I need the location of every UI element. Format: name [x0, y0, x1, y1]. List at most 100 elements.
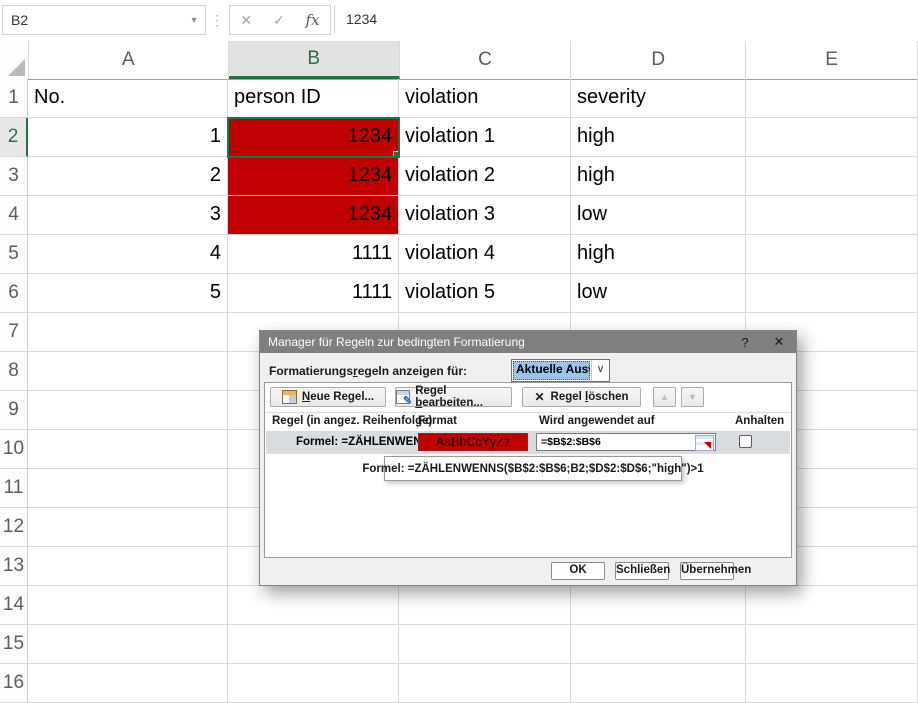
column-header-d[interactable]: D — [571, 41, 747, 79]
dialog-titlebar[interactable]: Manager für Regeln zur bedingten Formati… — [260, 331, 796, 353]
schliessen-button[interactable]: Schließen — [615, 562, 670, 580]
column-header-e[interactable]: E — [746, 41, 918, 79]
cell-a1[interactable]: No. — [28, 79, 228, 118]
range-picker-icon[interactable] — [695, 435, 714, 451]
row-header-14[interactable]: 14 — [0, 586, 28, 625]
fill-handle[interactable] — [393, 151, 398, 156]
rule-row-selected[interactable]: Formel: =ZÄHLENWENN... AaBbCcYyZz =$B$2:… — [266, 431, 790, 454]
name-box-dropdown-icon[interactable]: ▾ — [183, 15, 205, 26]
close-button[interactable]: ✕ — [762, 331, 796, 353]
cell-b2-selected[interactable]: 1234 — [227, 117, 400, 158]
cell-e15[interactable] — [746, 625, 918, 664]
cell-a10[interactable] — [28, 430, 228, 469]
cell-e2[interactable] — [746, 118, 918, 157]
cell-e16[interactable] — [746, 664, 918, 703]
new-rule-button[interactable]: Neue Regel... — [270, 387, 386, 407]
cell-b6[interactable]: 1111 — [228, 274, 399, 313]
cell-b3[interactable]: 1234 — [228, 157, 399, 196]
cell-c2[interactable]: violation 1 — [399, 118, 571, 157]
cell-a7[interactable] — [28, 313, 228, 352]
cell-e3[interactable] — [746, 157, 918, 196]
cell-e14[interactable] — [746, 586, 918, 625]
cell-c15[interactable] — [399, 625, 571, 664]
cell-a13[interactable] — [28, 547, 228, 586]
delete-rule-button[interactable]: ✕ Regel löschen — [522, 387, 641, 407]
cell-a2[interactable]: 1 — [28, 118, 228, 157]
row-header-12[interactable]: 12 — [0, 508, 28, 547]
cell-a9[interactable] — [28, 391, 228, 430]
cell-a4[interactable]: 3 — [28, 196, 228, 235]
row-header-9[interactable]: 9 — [0, 391, 28, 430]
row-header-15[interactable]: 15 — [0, 625, 28, 664]
enter-icon[interactable]: ✓ — [273, 12, 285, 29]
cancel-icon[interactable]: ✕ — [240, 12, 252, 29]
cell-d4[interactable]: low — [571, 196, 746, 235]
cell-c6[interactable]: violation 5 — [399, 274, 571, 313]
insert-function-icon[interactable]: fx — [306, 11, 320, 29]
formula-input[interactable]: 1234 — [334, 5, 918, 33]
cell-e4[interactable] — [746, 196, 918, 235]
cell-d16[interactable] — [571, 664, 746, 703]
formula-bar-separator-icon: ⋮ — [210, 12, 224, 28]
cell-c16[interactable] — [399, 664, 571, 703]
cell-d6[interactable]: low — [571, 274, 746, 313]
cell-e6[interactable] — [746, 274, 918, 313]
row-header-16[interactable]: 16 — [0, 664, 28, 703]
row-header-3[interactable]: 3 — [0, 157, 28, 196]
row-header-5[interactable]: 5 — [0, 235, 28, 274]
cell-b14[interactable] — [228, 586, 399, 625]
cell-b5[interactable]: 1111 — [228, 235, 399, 274]
cell-a14[interactable] — [28, 586, 228, 625]
cell-e5[interactable] — [746, 235, 918, 274]
cell-b15[interactable] — [228, 625, 399, 664]
row-header-8[interactable]: 8 — [0, 352, 28, 391]
scope-dropdown[interactable]: Aktuelle Auswahl ∨ — [511, 359, 610, 382]
select-all-button[interactable] — [0, 41, 29, 79]
cell-d14[interactable] — [571, 586, 746, 625]
row-header-4[interactable]: 4 — [0, 196, 28, 235]
row-header-7[interactable]: 7 — [0, 313, 28, 352]
row-header-11[interactable]: 11 — [0, 469, 28, 508]
ok-button[interactable]: OK — [551, 562, 605, 580]
row-header-1[interactable]: 1 — [0, 79, 28, 118]
cell-e1[interactable] — [746, 79, 918, 118]
cell-d15[interactable] — [571, 625, 746, 664]
row-header-6[interactable]: 6 — [0, 274, 28, 313]
cell-d1[interactable]: severity — [571, 79, 746, 118]
move-rule-up-button[interactable]: ▲ — [653, 387, 676, 407]
stop-if-true-checkbox[interactable] — [739, 435, 752, 448]
row-header-10[interactable]: 10 — [0, 430, 28, 469]
cell-c1[interactable]: violation — [399, 79, 571, 118]
column-header-b[interactable]: B — [228, 41, 400, 79]
cell-a5[interactable]: 4 — [28, 235, 228, 274]
cell-c5[interactable]: violation 4 — [399, 235, 571, 274]
name-box[interactable]: B2 ▾ — [2, 5, 206, 35]
cell-a15[interactable] — [28, 625, 228, 664]
cell-a8[interactable] — [28, 352, 228, 391]
cell-c3[interactable]: violation 2 — [399, 157, 571, 196]
cell-a16[interactable] — [28, 664, 228, 703]
applies-to-input[interactable]: =$B$2:$B$6 — [536, 433, 716, 451]
help-button[interactable]: ? — [728, 331, 762, 353]
cell-a11[interactable] — [28, 469, 228, 508]
cell-b1[interactable]: person ID — [228, 79, 399, 118]
cell-a6[interactable]: 5 — [28, 274, 228, 313]
cell-b4[interactable]: 1234 — [228, 196, 399, 235]
move-rule-down-button[interactable]: ▼ — [681, 387, 704, 407]
cell-c14[interactable] — [399, 586, 571, 625]
row-header-2[interactable]: 2 — [0, 118, 28, 157]
cell-a3[interactable]: 2 — [28, 157, 228, 196]
cell-d5[interactable]: high — [571, 235, 746, 274]
cell-c4[interactable]: violation 3 — [399, 196, 571, 235]
cell-a12[interactable] — [28, 508, 228, 547]
cell-b16[interactable] — [228, 664, 399, 703]
uebernehmen-button[interactable]: Übernehmen — [680, 562, 751, 580]
row-header-13[interactable]: 13 — [0, 547, 28, 586]
edit-rule-button[interactable]: ✎ Regel bearbeiten... — [395, 385, 512, 409]
cell-d2[interactable]: high — [571, 118, 746, 157]
column-header-c[interactable]: C — [400, 41, 572, 79]
column-header-a[interactable]: A — [29, 41, 229, 79]
cell-d3[interactable]: high — [571, 157, 746, 196]
chevron-down-icon[interactable]: ∨ — [591, 360, 609, 381]
column-headers: A B C D E — [0, 41, 918, 80]
